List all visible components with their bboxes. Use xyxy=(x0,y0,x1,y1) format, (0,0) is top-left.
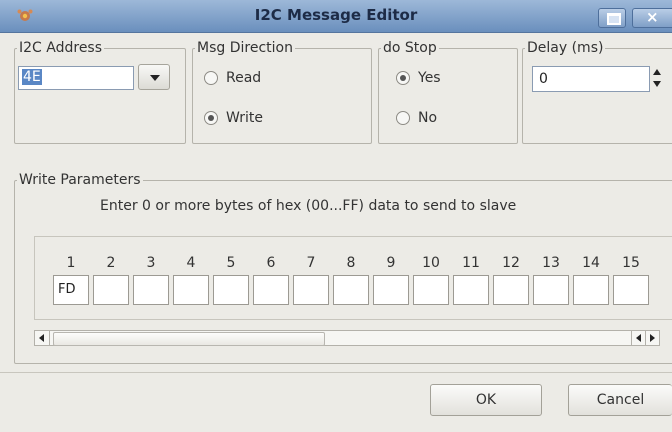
spinner-up-icon[interactable] xyxy=(653,69,661,75)
byte-input[interactable] xyxy=(253,275,289,305)
radio-write-label: Write xyxy=(226,110,263,126)
byte-columns: 1 FD 2 3 4 5 6 7 8 9 10 11 12 13 14 15 xyxy=(53,255,653,305)
delay-spinner-input[interactable]: 0 xyxy=(532,66,650,92)
radio-yes[interactable]: Yes xyxy=(396,70,441,86)
byte-index-label: 11 xyxy=(462,255,480,271)
horizontal-scrollbar[interactable] xyxy=(34,330,660,346)
byte-index-label: 7 xyxy=(306,255,316,271)
byte-index-label: 8 xyxy=(346,255,356,271)
scrollbar-thumb[interactable] xyxy=(53,332,325,346)
minimize-button[interactable] xyxy=(598,8,626,28)
radio-read-label: Read xyxy=(226,70,262,86)
close-button[interactable] xyxy=(632,8,672,28)
radio-write[interactable]: Write xyxy=(204,110,263,126)
byte-input[interactable] xyxy=(173,275,209,305)
byte-index-label: 4 xyxy=(186,255,196,271)
byte-index-label: 2 xyxy=(106,255,116,271)
byte-input[interactable] xyxy=(293,275,329,305)
radio-yes-label: Yes xyxy=(418,70,441,86)
do-stop-label: do Stop xyxy=(383,40,437,56)
button-separator xyxy=(0,372,672,373)
byte-column: 6 xyxy=(253,255,293,305)
radio-no[interactable]: No xyxy=(396,110,437,126)
byte-column: 2 xyxy=(93,255,133,305)
byte-input[interactable] xyxy=(213,275,249,305)
byte-input[interactable] xyxy=(373,275,409,305)
radio-no-label: No xyxy=(418,110,438,126)
radio-no-indicator[interactable] xyxy=(396,111,410,125)
msg-direction-label: Msg Direction xyxy=(197,40,293,56)
byte-column: 11 xyxy=(453,255,493,305)
delay-label: Delay (ms) xyxy=(527,40,604,56)
byte-column: 9 xyxy=(373,255,413,305)
byte-input[interactable] xyxy=(613,275,649,305)
write-parameters-label: Write Parameters xyxy=(19,172,141,188)
byte-column: 4 xyxy=(173,255,213,305)
i2c-address-label: I2C Address xyxy=(19,40,103,56)
chevron-down-icon[interactable] xyxy=(138,64,170,90)
title-bar[interactable]: I2C Message Editor xyxy=(0,0,672,33)
i2c-address-input[interactable]: 4E xyxy=(18,66,134,90)
spinner-down-icon[interactable] xyxy=(653,81,661,87)
i2c-address-group: I2C Address xyxy=(14,40,186,144)
byte-column: 5 xyxy=(213,255,253,305)
byte-index-label: 1 xyxy=(66,255,76,271)
byte-index-label: 5 xyxy=(226,255,236,271)
byte-column: 14 xyxy=(573,255,613,305)
byte-index-label: 15 xyxy=(622,255,640,271)
ok-button[interactable]: OK xyxy=(430,384,542,416)
byte-input[interactable] xyxy=(453,275,489,305)
byte-column: 15 xyxy=(613,255,653,305)
byte-index-label: 14 xyxy=(582,255,600,271)
byte-column: 10 xyxy=(413,255,453,305)
scroll-left-icon[interactable] xyxy=(35,331,50,345)
byte-column: 13 xyxy=(533,255,573,305)
byte-column: 3 xyxy=(133,255,173,305)
byte-column: 1 FD xyxy=(53,255,93,305)
byte-input[interactable] xyxy=(333,275,369,305)
byte-column: 8 xyxy=(333,255,373,305)
byte-column: 12 xyxy=(493,255,533,305)
byte-index-label: 10 xyxy=(422,255,440,271)
scroll-left-end-icon[interactable] xyxy=(631,331,646,345)
i2c-message-editor-window: I2C Message Editor I2C Address 4E Msg Di… xyxy=(0,0,672,432)
byte-input[interactable]: FD xyxy=(53,275,89,305)
byte-column: 7 xyxy=(293,255,333,305)
byte-input[interactable] xyxy=(413,275,449,305)
msg-direction-group: Msg Direction xyxy=(192,40,372,144)
radio-read-indicator[interactable] xyxy=(204,71,218,85)
window-title: I2C Message Editor xyxy=(254,6,418,24)
scroll-right-icon[interactable] xyxy=(645,331,660,345)
byte-index-label: 6 xyxy=(266,255,276,271)
byte-input[interactable] xyxy=(93,275,129,305)
i2c-address-value: 4E xyxy=(22,69,42,85)
byte-input[interactable] xyxy=(573,275,609,305)
radio-read[interactable]: Read xyxy=(204,70,261,86)
delay-spinner-arrows[interactable] xyxy=(652,66,664,92)
do-stop-group: do Stop xyxy=(378,40,518,144)
byte-index-label: 3 xyxy=(146,255,156,271)
radio-yes-indicator[interactable] xyxy=(396,71,410,85)
write-description: Enter 0 or more bytes of hex (00...FF) d… xyxy=(100,198,517,214)
byte-index-label: 9 xyxy=(386,255,396,271)
byte-input[interactable] xyxy=(493,275,529,305)
byte-grid: 1 FD 2 3 4 5 6 7 8 9 10 11 12 13 14 15 xyxy=(34,236,672,320)
byte-input[interactable] xyxy=(133,275,169,305)
cancel-button[interactable]: Cancel xyxy=(568,384,672,416)
radio-write-indicator[interactable] xyxy=(204,111,218,125)
byte-input[interactable] xyxy=(533,275,569,305)
byte-index-label: 12 xyxy=(502,255,520,271)
delay-group: Delay (ms) xyxy=(522,40,672,144)
byte-index-label: 13 xyxy=(542,255,560,271)
